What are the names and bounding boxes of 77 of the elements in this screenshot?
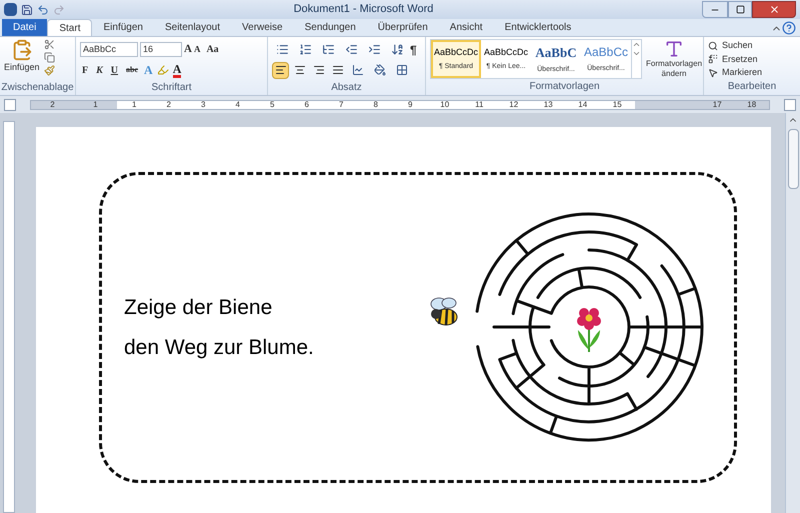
- view-ruler-icon[interactable]: [784, 98, 796, 110]
- style-sample: AaBbCcDc: [434, 46, 478, 58]
- change-styles-button[interactable]: Formatvorlagen ändern: [646, 39, 702, 79]
- style-sample: AaBbC: [535, 44, 577, 62]
- flower-icon: [577, 308, 601, 352]
- maximize-button[interactable]: [728, 1, 752, 18]
- ruler-number: 1: [92, 98, 99, 110]
- ruler-number: 17: [712, 98, 723, 110]
- editing-button[interactable]: Markieren: [708, 66, 796, 80]
- italic-button[interactable]: K: [94, 62, 105, 78]
- replace-icon: [708, 54, 718, 64]
- style-sample: AaBbCc: [584, 44, 628, 62]
- ribbon-tab[interactable]: Überprüfen: [366, 19, 439, 36]
- search-icon: [708, 40, 718, 51]
- scroll-up-icon[interactable]: [632, 40, 641, 49]
- ruler-number: 3: [200, 98, 206, 110]
- ruler-number: 10: [439, 98, 450, 110]
- group-label: Zwischenablage: [0, 81, 75, 95]
- ruler-number: 13: [542, 98, 554, 110]
- ruler-number: 4: [234, 98, 241, 110]
- cut-icon[interactable]: [44, 39, 55, 50]
- ruler-number: 5: [269, 98, 276, 110]
- ribbon-tab[interactable]: Einfügen: [92, 19, 154, 36]
- font-name-field[interactable]: AaBbCc: [80, 42, 138, 57]
- ruler-number: 1: [131, 98, 138, 110]
- ribbon-tab[interactable]: Start: [47, 19, 92, 36]
- grow-font-icon[interactable]: A: [184, 41, 192, 58]
- style-sample: AaBbCcDc: [484, 46, 528, 58]
- ruler-number: 14: [577, 98, 588, 110]
- group-label: Formatvorlagen: [528, 80, 601, 94]
- ribbon-tab[interactable]: Ansicht: [438, 19, 494, 36]
- editing-button[interactable]: Ersetzen: [708, 52, 796, 66]
- paste-button[interactable]: Einfügen: [4, 39, 40, 74]
- copy-icon[interactable]: [44, 52, 55, 63]
- save-icon[interactable]: [21, 4, 33, 16]
- instruction-text: Zeige der Biene: [124, 295, 274, 321]
- ruler-number: 2: [49, 98, 56, 110]
- pilcrow-button[interactable]: ¶: [410, 40, 417, 58]
- tab-selector-icon[interactable]: [4, 98, 16, 110]
- ruler-number: 2: [166, 98, 172, 110]
- instruction-text: den Weg zur Blume.: [124, 334, 315, 360]
- ribbon-tab[interactable]: Sendungen: [294, 19, 367, 36]
- ribbon-tab[interactable]: Verweise: [231, 19, 294, 36]
- help-icon[interactable]: [782, 21, 796, 35]
- file-tab[interactable]: Datei: [2, 19, 48, 36]
- scroll-thumb[interactable]: [788, 129, 798, 189]
- align-icon[interactable]: [272, 62, 289, 78]
- format-painter-icon[interactable]: [44, 65, 55, 76]
- group-label: Bearbeiten: [726, 80, 778, 94]
- group-label: Schriftart: [150, 81, 192, 95]
- ruler-number: 12: [508, 98, 520, 110]
- styles-icon: [664, 39, 684, 59]
- scroll-down-icon[interactable]: [632, 49, 641, 58]
- editing-button[interactable]: Suchen: [708, 39, 796, 52]
- window-title: Dokument1 - Microsoft Word: [292, 2, 434, 18]
- ruler-number: 9: [407, 98, 414, 110]
- ruler-number: 11: [474, 98, 484, 110]
- close-icon: [768, 4, 780, 15]
- ruler-number: 6: [304, 98, 310, 110]
- change-case-button[interactable]: Aa: [202, 42, 223, 57]
- group-label: Absatz: [330, 81, 363, 95]
- ribbon-tab[interactable]: Seitenlayout: [154, 19, 232, 36]
- underline-button[interactable]: U: [108, 62, 120, 78]
- cursor-icon: [708, 68, 718, 78]
- ruler-number: 8: [372, 98, 379, 110]
- bold-button[interactable]: F: [80, 62, 90, 78]
- word-logo-icon[interactable]: [4, 3, 17, 16]
- strikethrough-button[interactable]: abc: [124, 64, 140, 76]
- close-button[interactable]: [752, 1, 796, 18]
- ruler-number: 18: [746, 98, 758, 110]
- maximize-icon: [736, 5, 744, 14]
- shrink-font-icon[interactable]: A: [194, 42, 200, 56]
- undo-icon[interactable]: [37, 4, 49, 16]
- ruler-number: 7: [338, 98, 344, 110]
- ribbon-tab[interactable]: Entwicklertools: [494, 19, 582, 36]
- font-size-field[interactable]: 16: [140, 42, 182, 57]
- ruler-number: 15: [612, 98, 623, 110]
